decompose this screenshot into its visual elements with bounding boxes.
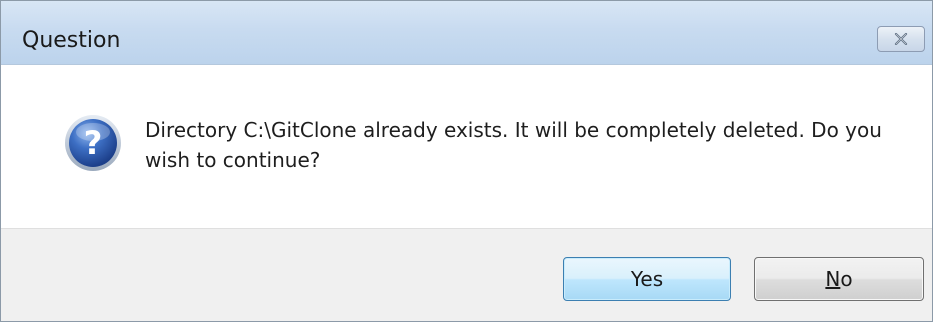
yes-button[interactable]: Yes (563, 257, 731, 301)
title-bar[interactable]: Question (1, 1, 932, 65)
yes-button-label: Yes (630, 267, 664, 291)
dialog-message: Directory C:\GitClone already exists. It… (145, 118, 882, 172)
dialog-title: Question (22, 28, 121, 53)
question-dialog: Question ? Directory C:\GitClone already… (0, 0, 933, 322)
no-button[interactable]: No (754, 257, 924, 301)
close-icon (894, 33, 908, 45)
button-bar: Yes No (1, 228, 932, 321)
svg-text:?: ? (84, 124, 103, 162)
dialog-content: ? Directory C:\GitClone already exists. … (1, 65, 932, 228)
no-button-label: No (825, 267, 853, 291)
question-icon: ? (65, 115, 121, 171)
close-button[interactable] (877, 26, 925, 52)
